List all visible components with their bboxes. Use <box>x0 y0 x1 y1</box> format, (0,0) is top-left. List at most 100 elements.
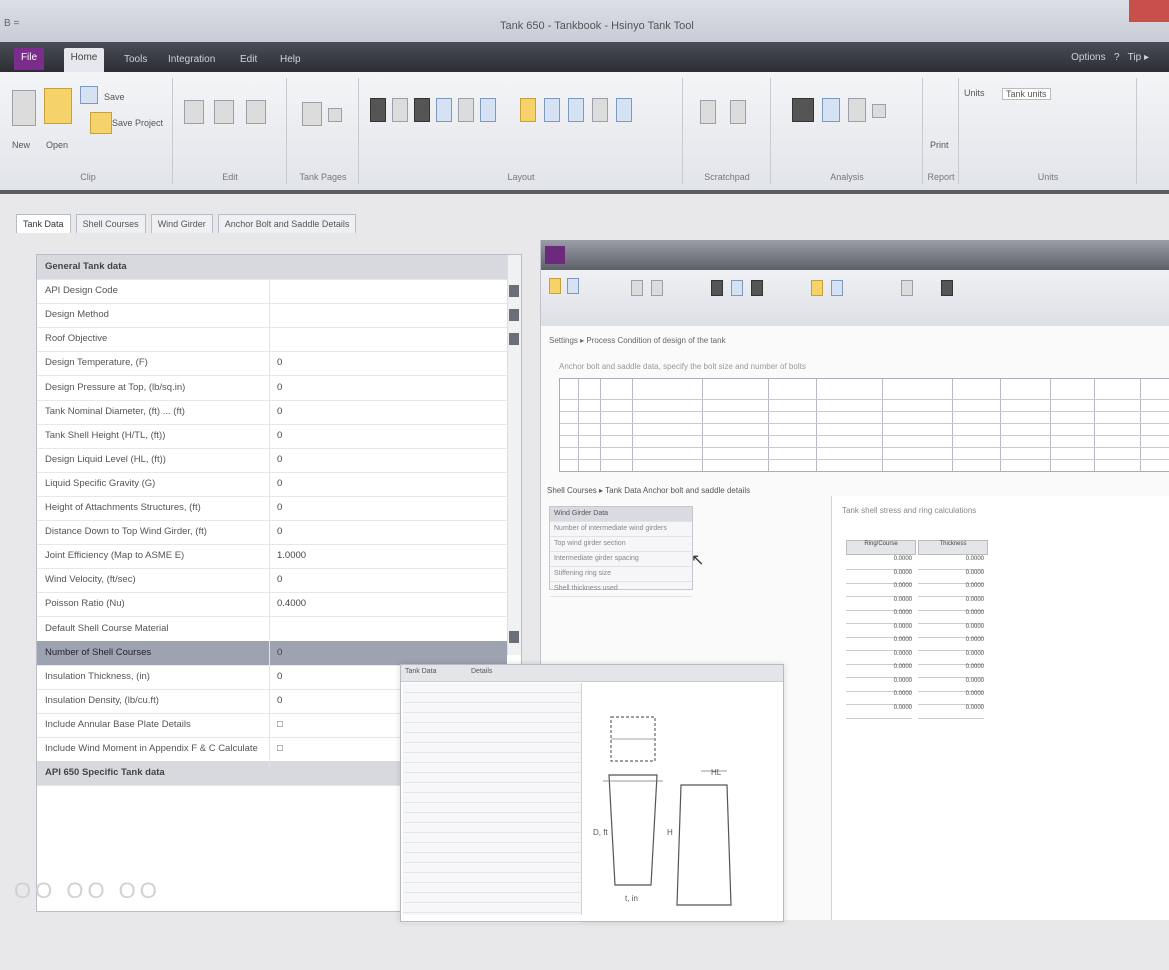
property-row[interactable]: Joint Efficiency (Map to ASME E) 1.0000 <box>37 544 507 570</box>
embedded-layout-icon-1[interactable] <box>711 280 723 296</box>
embedded-copy-icon[interactable] <box>651 280 663 296</box>
tip-link[interactable]: Tip ▸ <box>1128 52 1149 63</box>
open-button[interactable]: Open <box>46 140 68 150</box>
tab-wind-girder[interactable]: Wind Girder <box>150 214 213 233</box>
section-header-general[interactable]: General Tank data <box>37 255 507 280</box>
save-project-button[interactable]: Save Project <box>112 118 163 128</box>
new-icon[interactable] <box>12 90 36 126</box>
property-value[interactable]: 0.4000 <box>277 598 306 609</box>
tab-edit[interactable]: Edit <box>240 50 257 70</box>
drawing-list-row[interactable] <box>403 803 581 813</box>
layout-icon-11[interactable] <box>616 98 632 122</box>
layout-icon-3[interactable] <box>414 98 430 122</box>
drawing-list-row[interactable] <box>403 693 581 703</box>
copy-icon[interactable] <box>214 100 234 124</box>
drawing-list-row[interactable] <box>403 903 581 913</box>
panel-row[interactable]: Top wind girder section <box>550 537 692 552</box>
layout-icon-10[interactable] <box>592 98 608 122</box>
drawing-list-row[interactable] <box>403 813 581 823</box>
tab-home[interactable]: Home <box>64 48 104 72</box>
embedded-layout-icon-5[interactable] <box>831 280 843 296</box>
scroll-button[interactable] <box>509 333 519 345</box>
drawing-list-row[interactable] <box>403 733 581 743</box>
property-value[interactable]: 0 <box>277 526 282 537</box>
drawing-list-row[interactable] <box>403 823 581 833</box>
property-row[interactable]: Design Temperature, (F) 0 <box>37 351 507 377</box>
panel-row[interactable]: Number of intermediate wind girders <box>550 522 692 537</box>
tab-shell-courses[interactable]: Shell Courses <box>75 214 146 233</box>
drawing-list-row[interactable] <box>403 853 581 863</box>
layout-icon-6[interactable] <box>480 98 496 122</box>
drawing-list-row[interactable] <box>403 793 581 803</box>
tab-tools[interactable]: Tools <box>124 50 147 70</box>
layout-icon-2[interactable] <box>392 98 408 122</box>
layout-icon-7[interactable] <box>520 98 536 122</box>
property-value[interactable]: 0 <box>277 574 282 585</box>
embedded-scratch-icon[interactable] <box>901 280 913 296</box>
panel-row[interactable]: Intermediate girder spacing <box>550 552 692 567</box>
drawing-list-row[interactable] <box>403 683 581 693</box>
drawing-list-row[interactable] <box>403 893 581 903</box>
property-value[interactable]: 0 <box>277 406 282 417</box>
property-row[interactable]: Height of Attachments Structures, (ft) 0 <box>37 496 507 521</box>
property-row[interactable]: Design Method <box>37 303 507 329</box>
analysis-icon-3[interactable] <box>848 98 866 122</box>
tab-tank-data[interactable]: Tank Data <box>16 214 71 233</box>
embedded-grid-table[interactable] <box>559 378 1169 472</box>
drawing-list-row[interactable] <box>403 713 581 723</box>
property-value[interactable]: 0 <box>277 478 282 489</box>
panel-row[interactable]: Shell thickness used <box>550 582 692 597</box>
embedded-tabs[interactable]: Shell Courses ▸ Tank Data Anchor bolt an… <box>547 486 750 495</box>
drawing-list-row[interactable] <box>403 833 581 843</box>
property-value[interactable]: 1.0000 <box>277 550 306 561</box>
tab-integration[interactable]: Integration <box>168 50 215 70</box>
analysis-icon-2[interactable] <box>822 98 840 122</box>
print-button[interactable]: Print <box>930 140 949 150</box>
drawing-list-row[interactable] <box>403 743 581 753</box>
property-row[interactable]: Tank Nominal Diameter, (ft) ... (ft) 0 <box>37 400 507 425</box>
embedded-file-tab[interactable] <box>545 246 565 264</box>
property-value[interactable]: 0 <box>277 454 282 465</box>
tab-anchor-bolt[interactable]: Anchor Bolt and Saddle Details <box>217 214 357 233</box>
embedded-layout-icon-3[interactable] <box>751 280 763 296</box>
drawing-list-row[interactable] <box>403 763 581 773</box>
drawing-list-row[interactable] <box>403 913 581 923</box>
layout-icon-8[interactable] <box>544 98 560 122</box>
property-value[interactable]: 0 <box>277 695 282 706</box>
new-button[interactable]: New <box>12 140 30 150</box>
property-row[interactable]: Default Shell Course Material <box>37 617 507 642</box>
drawing-list-row[interactable] <box>403 703 581 713</box>
scroll-button[interactable] <box>509 309 519 321</box>
property-row[interactable]: Number of Shell Courses 0 <box>37 640 507 666</box>
embedded-open-icon[interactable] <box>549 278 561 294</box>
property-row[interactable]: Design Liquid Level (HL, (ft)) 0 <box>37 448 507 473</box>
property-row[interactable]: Tank Shell Height (H/TL, (ft)) 0 <box>37 424 507 449</box>
property-row[interactable]: Roof Objective <box>37 327 507 353</box>
property-value[interactable]: □ <box>277 743 283 754</box>
embedded-layout-icon-2[interactable] <box>731 280 743 296</box>
analysis-icon-1[interactable] <box>792 98 814 122</box>
drawing-list-row[interactable] <box>403 873 581 883</box>
layout-icon-9[interactable] <box>568 98 584 122</box>
property-row[interactable]: API Design Code <box>37 279 507 305</box>
drawing-list-row[interactable] <box>403 723 581 733</box>
save-button[interactable]: Save <box>104 92 125 102</box>
property-row[interactable]: Distance Down to Top Wind Girder, (ft) 0 <box>37 520 507 546</box>
property-row[interactable]: Poisson Ratio (Nu) 0.4000 <box>37 592 507 618</box>
tab-file[interactable]: File <box>14 48 44 70</box>
units-select[interactable]: Tank units <box>1002 88 1051 100</box>
open-icon[interactable] <box>44 88 72 124</box>
drawing-list-row[interactable] <box>403 883 581 893</box>
scratch-icon-2[interactable] <box>730 100 746 124</box>
paste-icon[interactable] <box>246 100 266 124</box>
layout-icon-1[interactable] <box>370 98 386 122</box>
scroll-button[interactable] <box>509 631 519 643</box>
embedded-layout-icon-4[interactable] <box>811 280 823 296</box>
close-window-button[interactable] <box>1129 0 1169 22</box>
property-row[interactable]: Liquid Specific Gravity (G) 0 <box>37 472 507 497</box>
property-value[interactable]: 0 <box>277 671 282 682</box>
layout-icon-5[interactable] <box>458 98 474 122</box>
embedded-save-icon[interactable] <box>567 278 579 294</box>
drawing-list-row[interactable] <box>403 843 581 853</box>
drawing-list-row[interactable] <box>403 753 581 763</box>
